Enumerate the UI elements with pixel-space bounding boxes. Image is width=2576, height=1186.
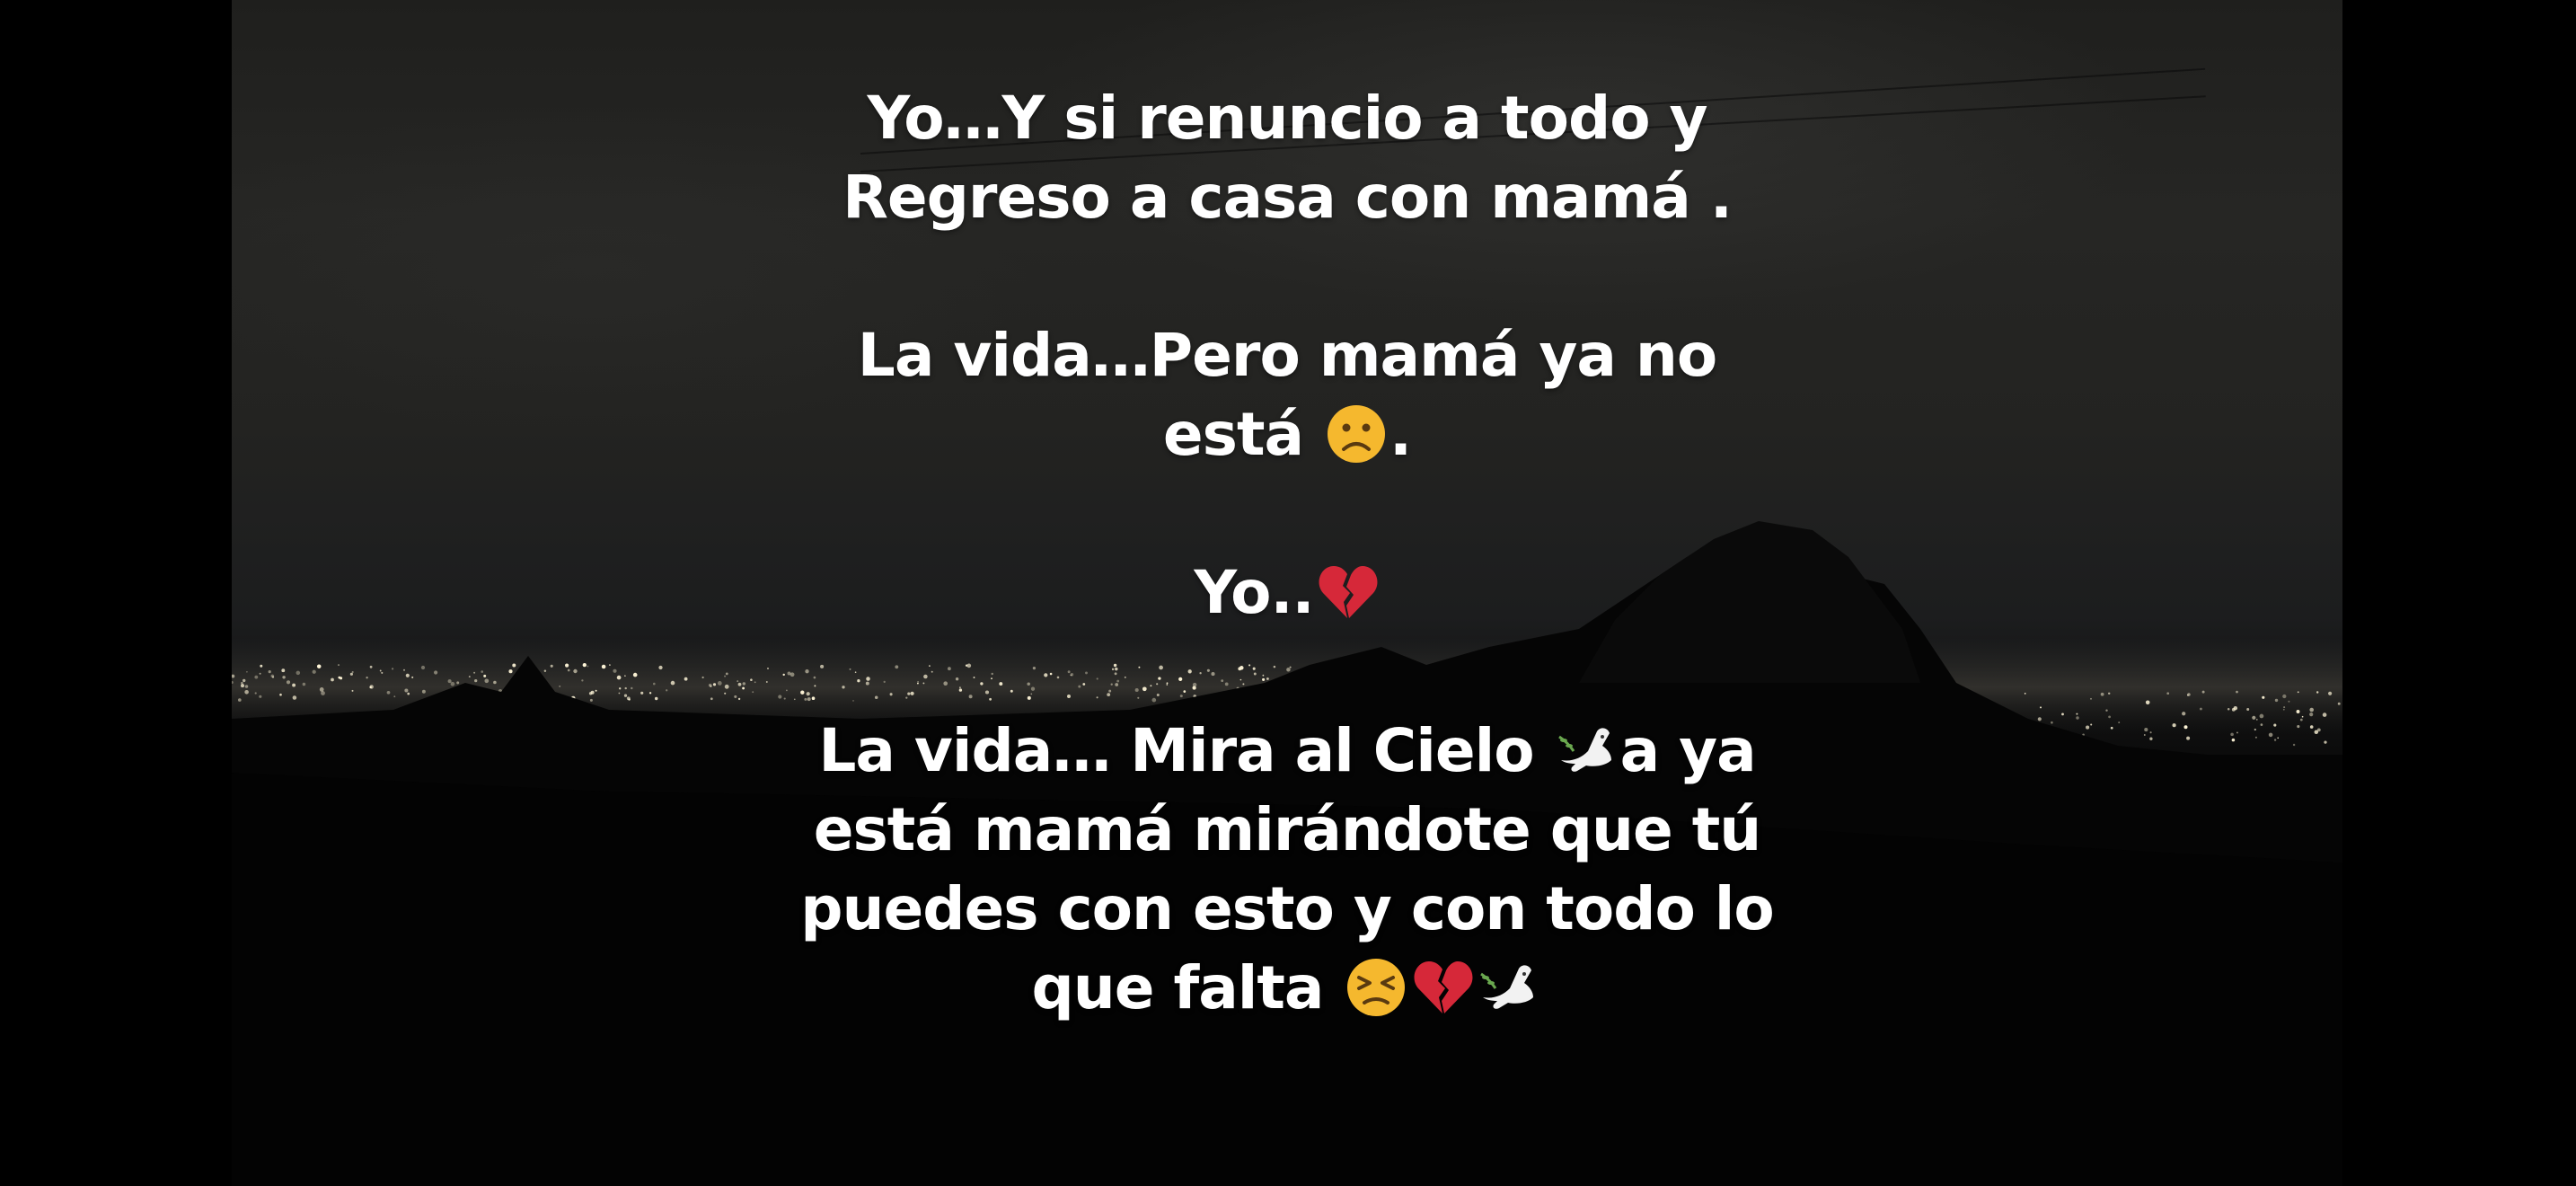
- caption-text: que falta: [1031, 953, 1325, 1022]
- stanza-gap: [232, 474, 2342, 553]
- caption-line: puedes con esto y con todo lo: [800, 874, 1774, 943]
- caption-line: que falta: [232, 949, 2342, 1028]
- slightly-frowning-face-icon: [1325, 403, 1388, 465]
- caption-line: está mamá mirándote que tú: [813, 795, 1762, 864]
- caption-text: Yo..: [1194, 558, 1314, 627]
- dove-of-peace-icon: [1556, 719, 1619, 782]
- caption-text: La vida… Mira al Cielo: [818, 716, 1534, 785]
- caption-text: a ya: [1619, 716, 1757, 785]
- video-viewer: Yo…Y si renuncio a todo y Regreso a casa…: [0, 0, 2576, 1186]
- persevering-face-icon: [1345, 956, 1407, 1019]
- caption-line: está .: [232, 395, 2342, 474]
- caption-text: .: [1389, 400, 1412, 469]
- caption-line: Yo…Y si renuncio a todo y: [867, 84, 1707, 153]
- dove-of-peace-icon: [1478, 956, 1540, 1019]
- broken-heart-icon: [1411, 956, 1474, 1019]
- broken-heart-icon: [1316, 561, 1379, 624]
- caption-line: La vida…Pero mamá ya no: [857, 321, 1717, 390]
- caption-line: La vida… Mira al Cielo a ya: [232, 712, 2342, 791]
- caption-text: está: [1162, 400, 1304, 469]
- overlay-caption: Yo…Y si renuncio a todo y Regreso a casa…: [232, 79, 2342, 1028]
- stanza-gap: [232, 237, 2342, 316]
- stanza-gap: [232, 633, 2342, 712]
- caption-line: Regreso a casa con mamá .: [842, 163, 1733, 232]
- caption-line: Yo..: [232, 553, 2342, 633]
